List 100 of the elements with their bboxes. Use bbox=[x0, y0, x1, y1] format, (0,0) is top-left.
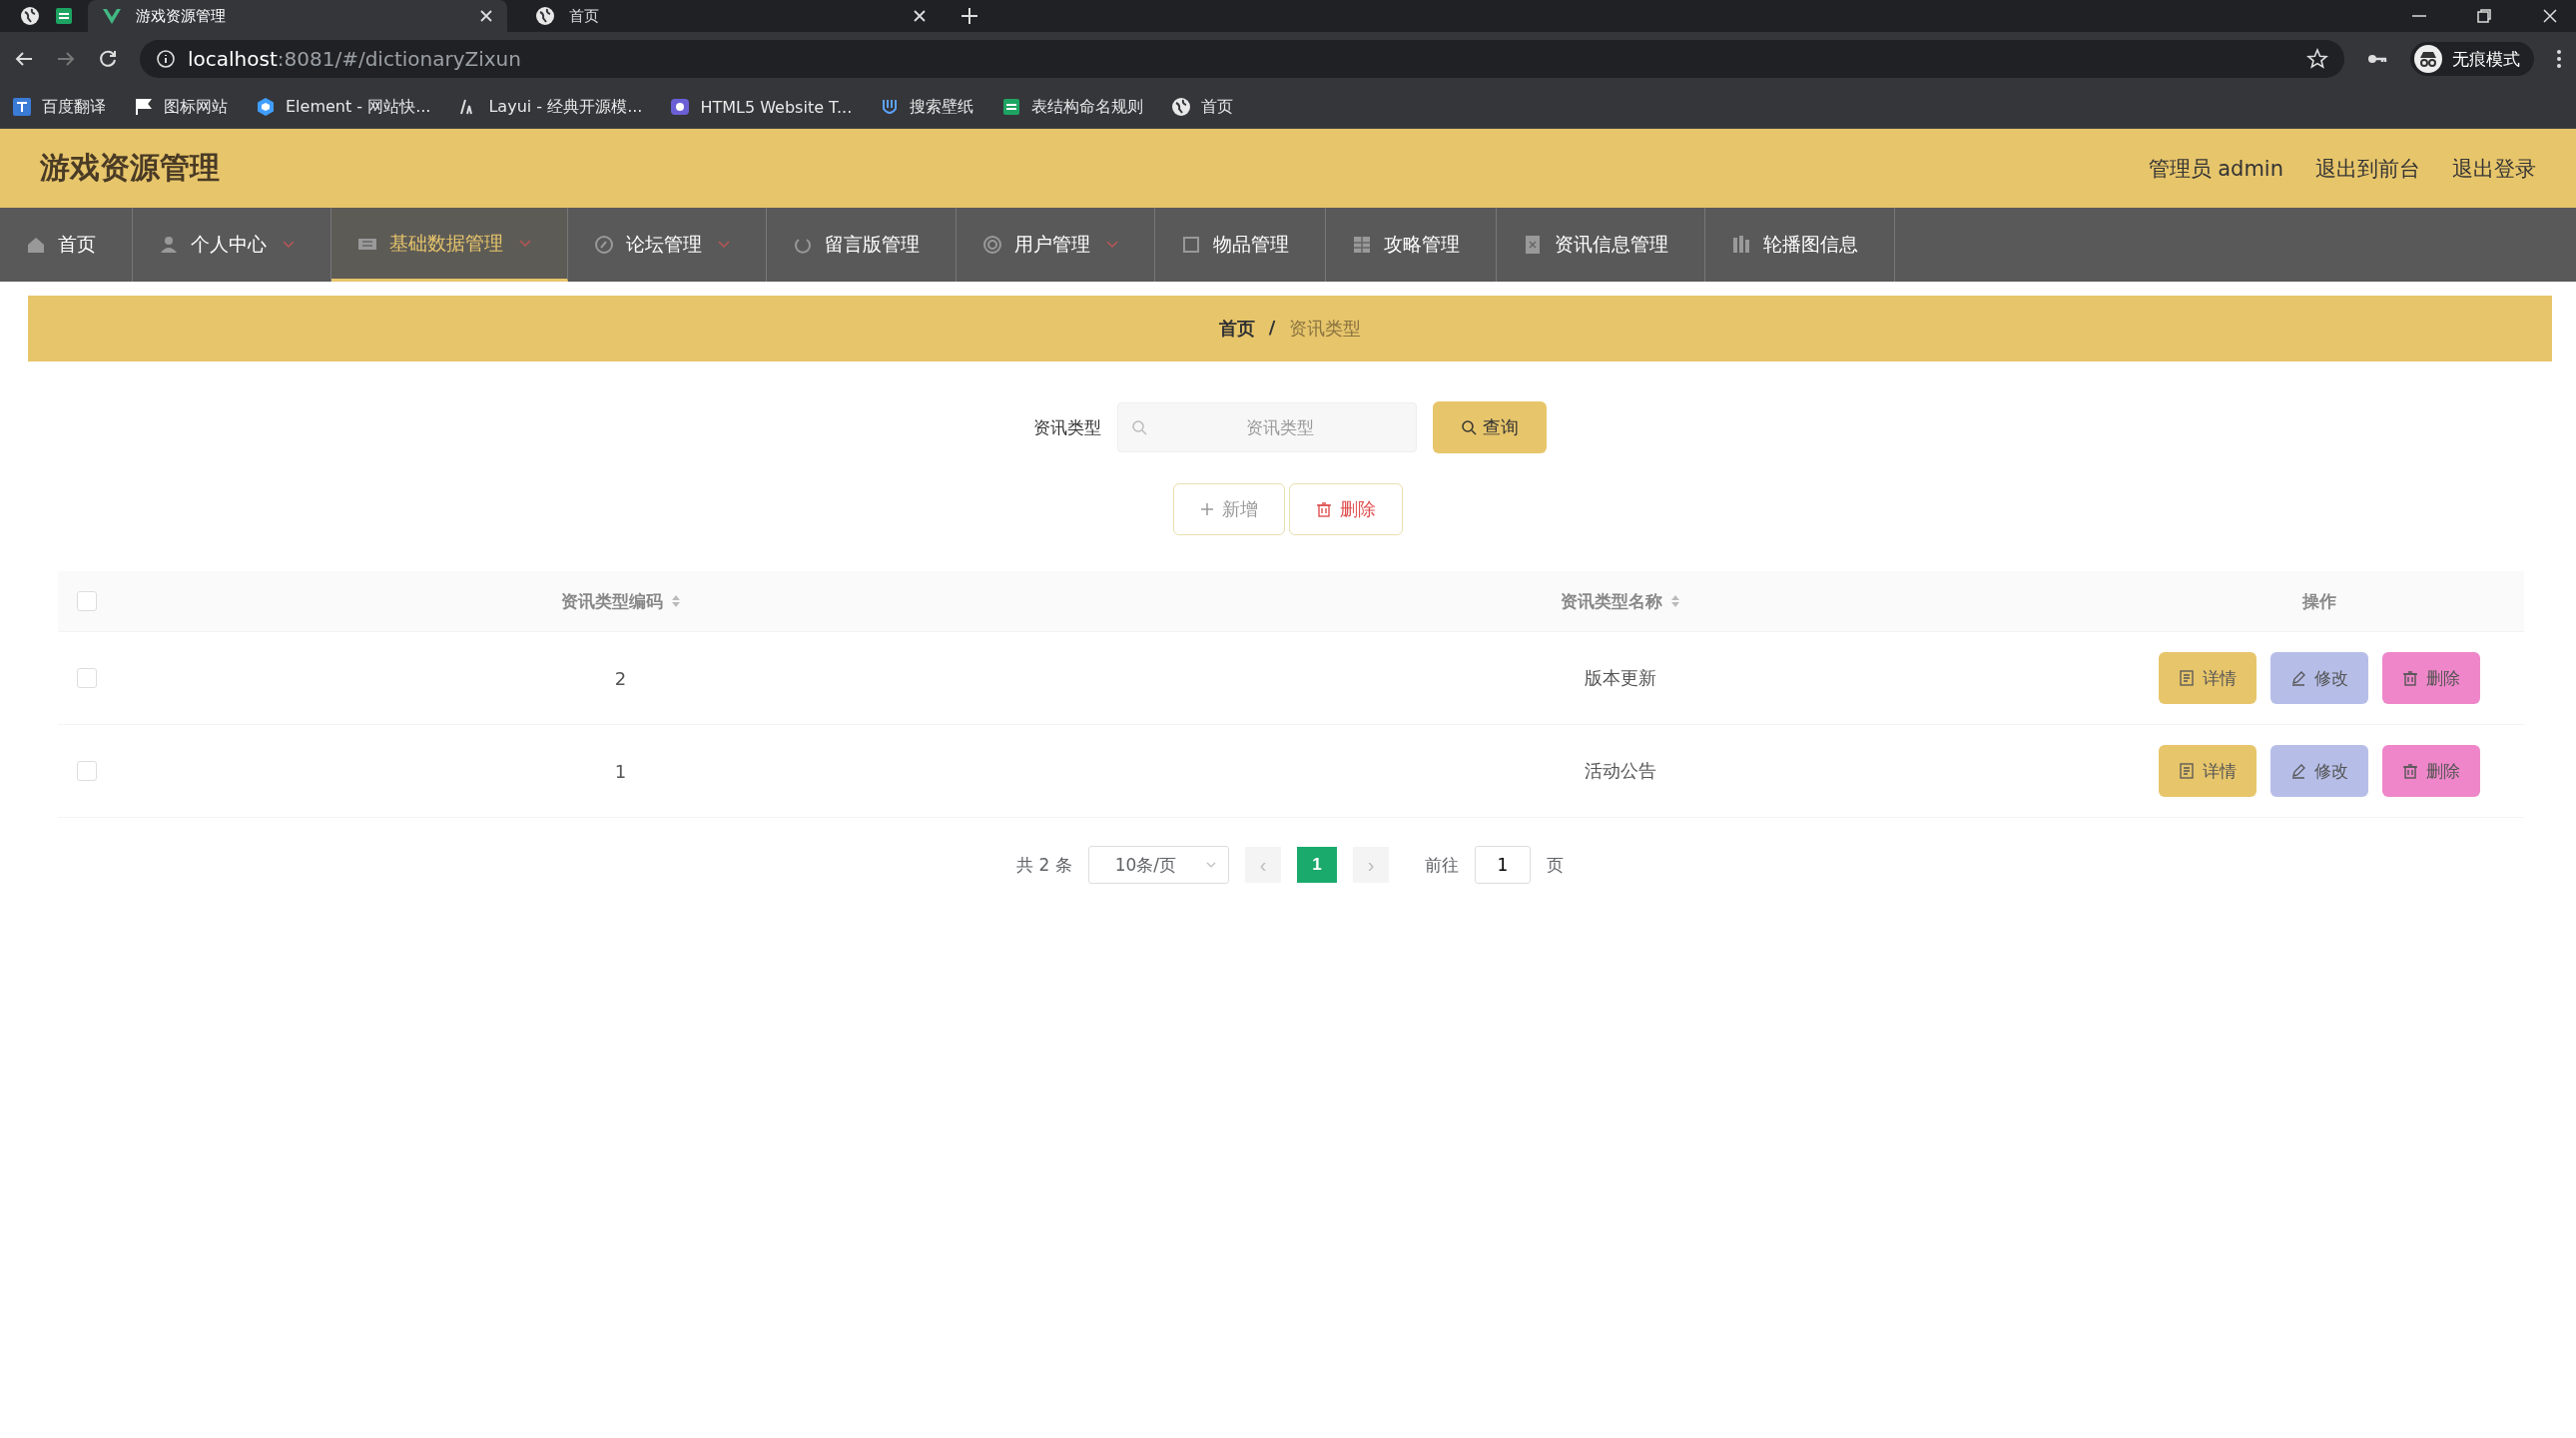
bookmark-label: 表结构命名规则 bbox=[1031, 96, 1144, 118]
edit-button[interactable]: 修改 bbox=[2269, 652, 2368, 704]
page-size-select[interactable]: 10条/页 bbox=[1087, 846, 1229, 884]
nav-tab[interactable]: 用户管理 bbox=[957, 208, 1155, 282]
spreadsheet-icon bbox=[54, 6, 74, 26]
user-icon bbox=[159, 235, 179, 255]
trash-icon bbox=[1316, 501, 1332, 517]
column-header: 操作 bbox=[2301, 589, 2336, 613]
bookmark-link[interactable]: 首页 bbox=[1171, 96, 1234, 118]
bookmark-label: 搜索壁纸 bbox=[910, 96, 974, 118]
nav-tab[interactable]: 攻略管理 bbox=[1326, 208, 1497, 282]
incognito-chip[interactable]: 无痕模式 bbox=[2410, 42, 2534, 76]
pencil-icon bbox=[2289, 670, 2306, 686]
reload-icon bbox=[98, 49, 118, 69]
detail-button[interactable]: 详情 bbox=[2158, 652, 2256, 704]
globe-icon bbox=[535, 6, 555, 26]
nav-tab[interactable]: 留言版管理 bbox=[767, 208, 957, 282]
checkbox[interactable] bbox=[76, 668, 97, 688]
table-cell: 2 bbox=[614, 667, 627, 689]
bookmark-link[interactable]: Element - 网站快... bbox=[256, 96, 431, 118]
bookmark-label: HTML5 Website T... bbox=[700, 97, 853, 117]
close-icon bbox=[479, 9, 493, 23]
grid-icon bbox=[1352, 235, 1372, 255]
edit-button[interactable]: 修改 bbox=[2269, 745, 2368, 797]
globe-icon bbox=[20, 6, 40, 26]
table-cell: 1 bbox=[614, 760, 627, 782]
app-title: 游戏资源管理 bbox=[40, 149, 220, 187]
translate-icon bbox=[12, 97, 32, 117]
compass-icon bbox=[594, 235, 614, 255]
trash-icon bbox=[2401, 670, 2418, 686]
trash-icon bbox=[2401, 763, 2418, 779]
breadcrumb-item[interactable]: 首页 bbox=[1218, 317, 1255, 341]
nav-tab[interactable]: 论坛管理 bbox=[568, 208, 767, 282]
target-icon bbox=[982, 235, 1002, 255]
browser-tab[interactable]: 首页 bbox=[521, 0, 941, 32]
pencil-icon bbox=[2289, 763, 2306, 779]
star-icon bbox=[2306, 48, 2328, 70]
delete-button[interactable]: 删除 bbox=[1289, 483, 1403, 535]
bookmark-link[interactable]: Layui - 经典开源模... bbox=[458, 96, 643, 118]
nav-tab[interactable]: 首页 bbox=[0, 208, 133, 282]
nav-tab[interactable]: 物品管理 bbox=[1155, 208, 1326, 282]
table-cell: 活动公告 bbox=[1584, 759, 1656, 783]
info-icon bbox=[156, 49, 176, 69]
goto-label: 前往 bbox=[1425, 853, 1459, 877]
header-link[interactable]: 管理员 admin bbox=[2148, 154, 2283, 183]
search-field[interactable]: 资讯类型 bbox=[1117, 402, 1417, 452]
header-link[interactable]: 退出到前台 bbox=[2315, 154, 2420, 183]
spreadsheet-icon bbox=[1001, 97, 1022, 117]
tab-title: 游戏资源管理 bbox=[136, 6, 227, 26]
header-link[interactable]: 退出登录 bbox=[2452, 154, 2536, 183]
breadcrumb-item: 资讯类型 bbox=[1289, 317, 1362, 341]
bookmark-label: 首页 bbox=[1201, 96, 1234, 118]
bookmark-label: 图标网站 bbox=[164, 96, 228, 118]
chevron-down-icon bbox=[1206, 862, 1216, 868]
nav-tab[interactable]: 基础数据管理 bbox=[331, 208, 568, 282]
nav-tab[interactable]: 资讯信息管理 bbox=[1497, 208, 1705, 282]
field-label: 资讯类型 bbox=[1033, 415, 1101, 439]
document-icon bbox=[1523, 235, 1543, 255]
bookmark-link[interactable]: 搜索壁纸 bbox=[880, 96, 974, 118]
table-cell: 版本更新 bbox=[1584, 666, 1656, 690]
detail-button[interactable]: 详情 bbox=[2158, 745, 2256, 797]
checkbox[interactable] bbox=[76, 591, 97, 611]
minimize-icon bbox=[2412, 15, 2426, 17]
v-logo-icon bbox=[102, 6, 122, 26]
search-button[interactable]: 查询 bbox=[1433, 401, 1547, 453]
restore-icon bbox=[2476, 8, 2492, 24]
flag-icon bbox=[134, 97, 154, 117]
bookmark-link[interactable]: 图标网站 bbox=[134, 96, 228, 118]
page-input[interactable]: 1 bbox=[1475, 846, 1531, 884]
close-icon bbox=[2542, 8, 2558, 24]
bookmark-label: Layui - 经典开源模... bbox=[488, 96, 643, 118]
bookmark-label: 百度翻译 bbox=[42, 96, 106, 118]
doc-icon bbox=[2178, 670, 2195, 686]
plus-icon bbox=[1200, 502, 1214, 516]
close-icon bbox=[913, 9, 927, 23]
search-icon bbox=[1461, 419, 1477, 435]
profile-label: 无痕模式 bbox=[2452, 47, 2520, 71]
breadcrumb-separator: / bbox=[1268, 317, 1276, 340]
bookmark-label: Element - 网站快... bbox=[286, 96, 431, 118]
browser-tab[interactable]: 游戏资源管理 bbox=[88, 0, 507, 32]
doc-icon bbox=[2178, 763, 2195, 779]
page-suffix: 页 bbox=[1547, 853, 1564, 877]
bar-icon bbox=[1731, 235, 1751, 255]
total-count: 共 2 条 bbox=[1016, 853, 1072, 877]
tab-title: 首页 bbox=[569, 6, 600, 26]
chat-icon bbox=[670, 97, 691, 117]
bookmark-link[interactable]: 表结构命名规则 bbox=[1001, 96, 1144, 118]
search-icon bbox=[1131, 419, 1147, 435]
globe-icon bbox=[1171, 97, 1192, 117]
checkbox[interactable] bbox=[76, 761, 97, 781]
home-icon bbox=[26, 235, 46, 255]
nav-tab[interactable]: 轮播图信息 bbox=[1705, 208, 1895, 282]
new-tab-icon bbox=[961, 7, 978, 25]
hexagon-icon bbox=[256, 97, 276, 117]
more-icon bbox=[2556, 49, 2562, 69]
incognito-icon bbox=[2414, 45, 2442, 73]
bookmark-link[interactable]: 百度翻译 bbox=[12, 96, 106, 118]
url-text: localhost:8081/#/dictionaryZixun bbox=[188, 47, 521, 71]
bookmark-link[interactable]: HTML5 Website T... bbox=[670, 97, 853, 117]
address-bar[interactable]: localhost:8081/#/dictionaryZixun bbox=[140, 40, 2344, 78]
